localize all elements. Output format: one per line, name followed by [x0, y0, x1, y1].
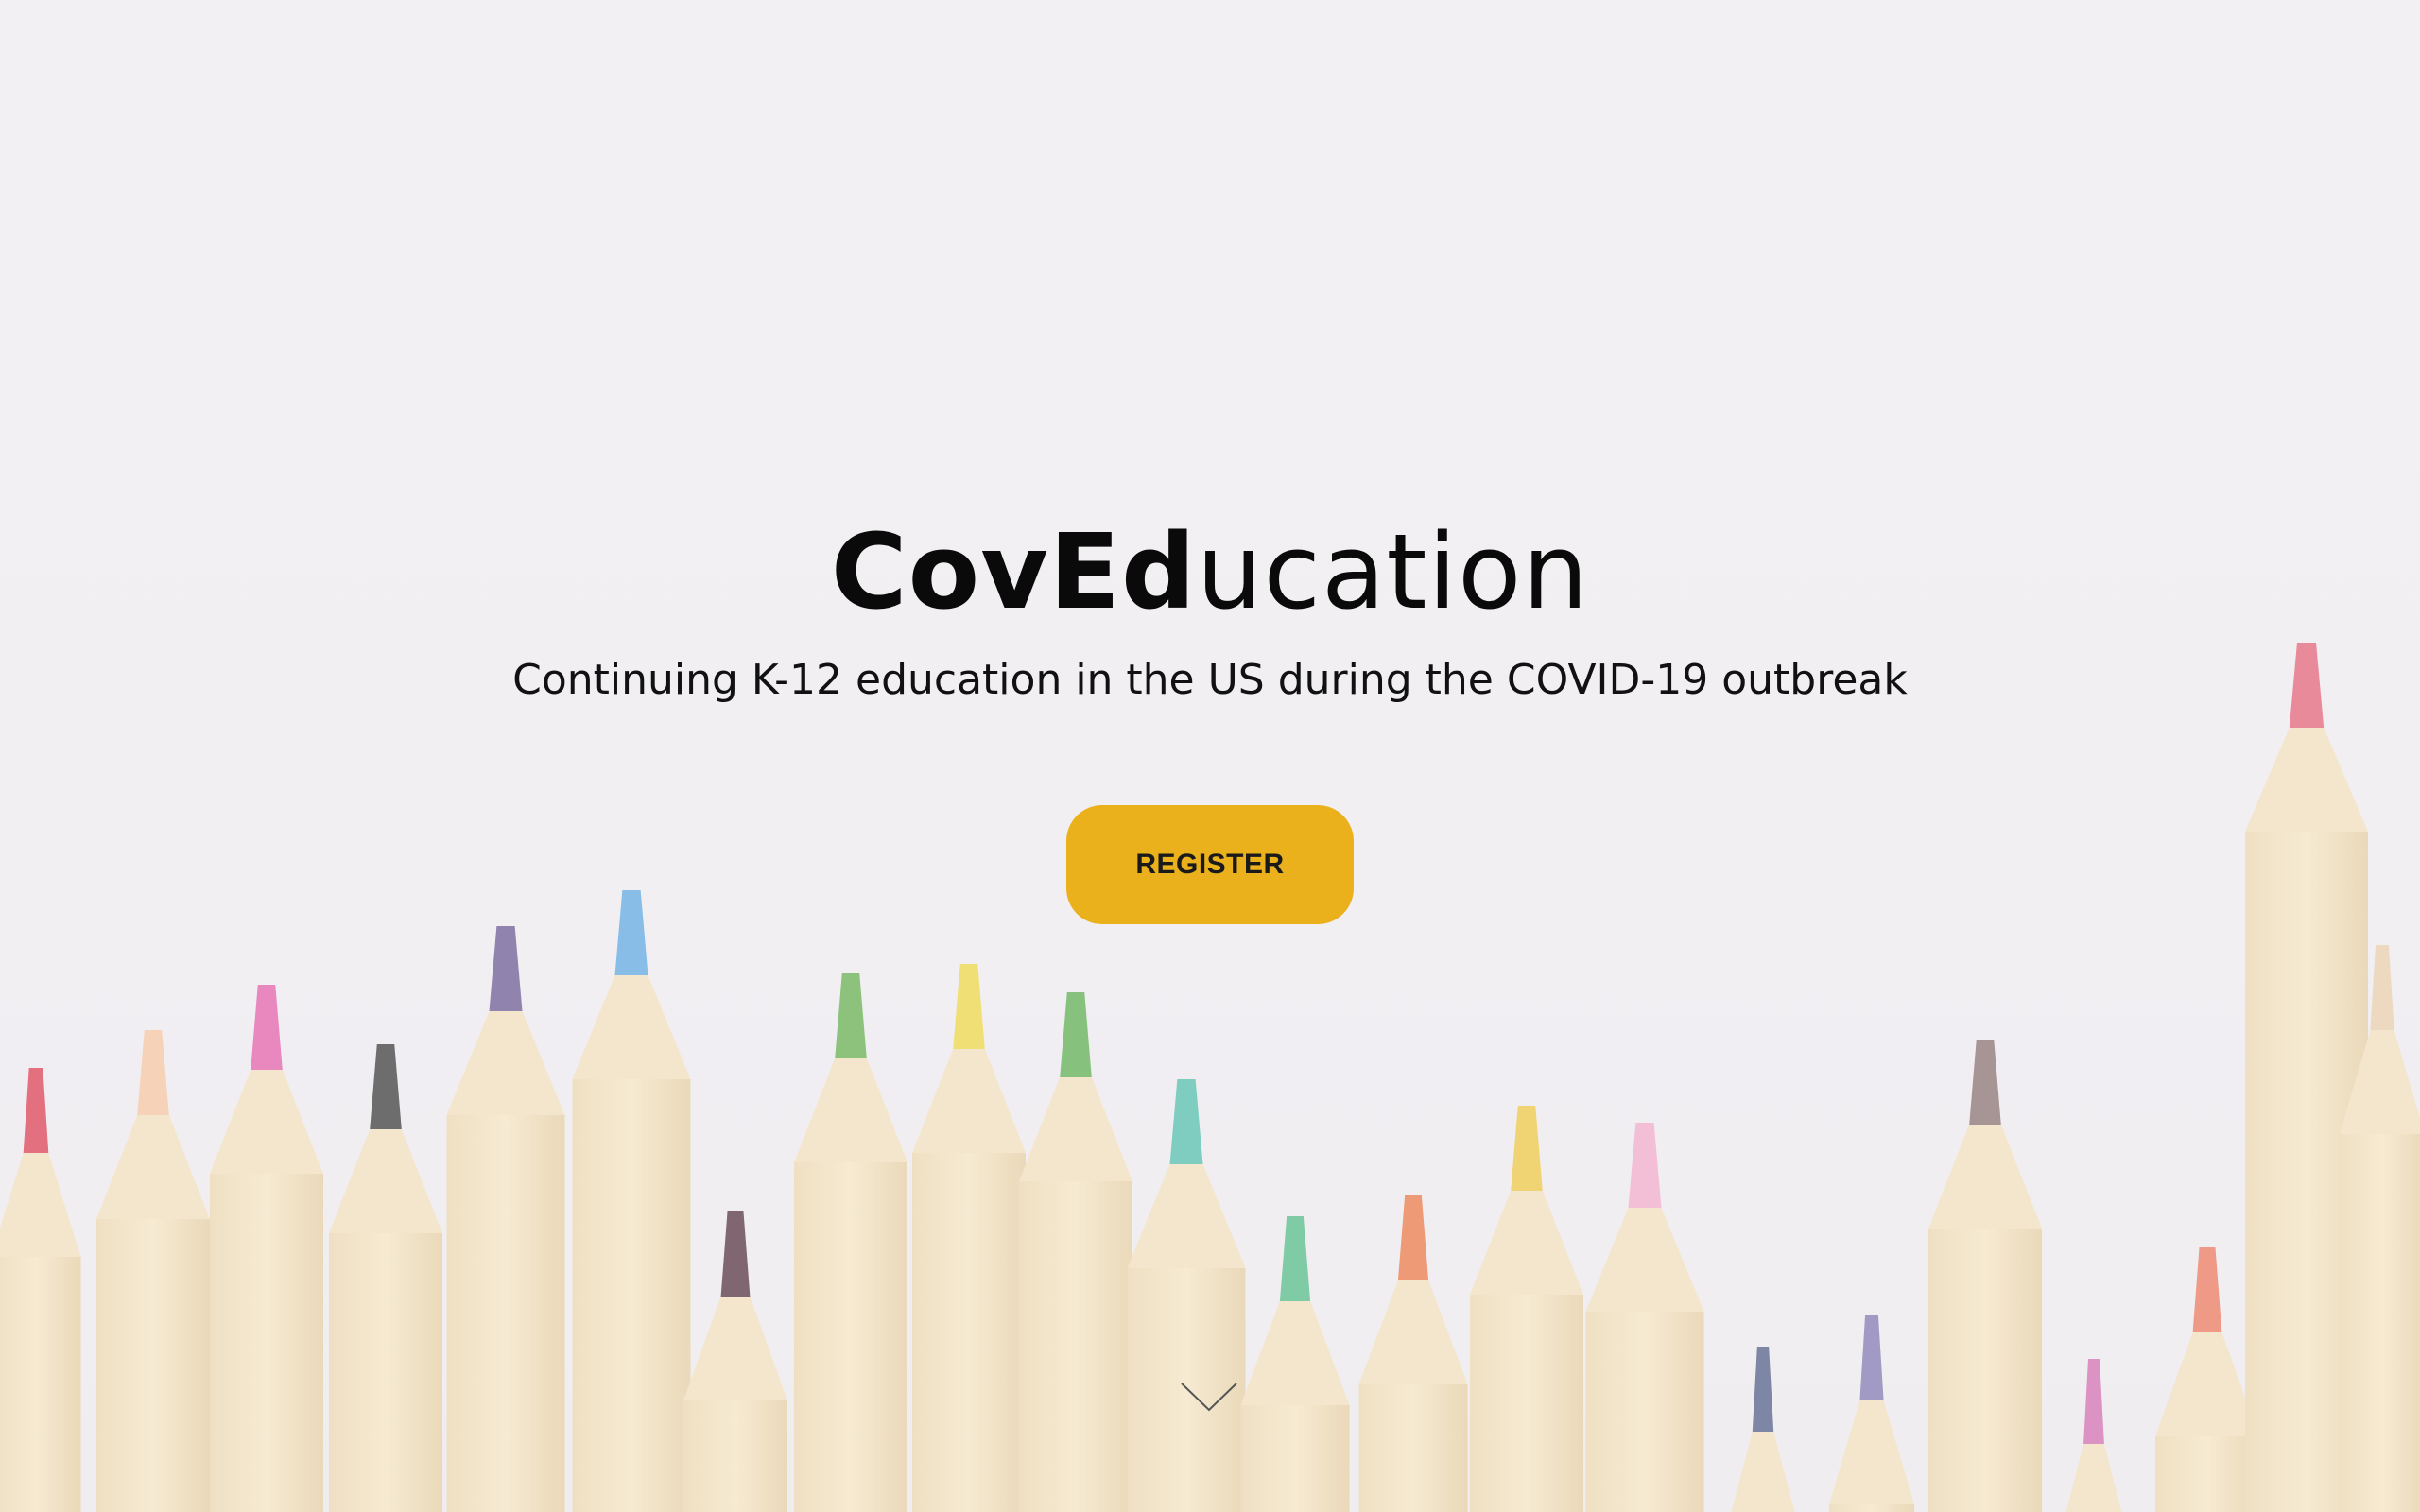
pencil-lead — [370, 1044, 402, 1129]
pencil-lead — [1279, 1216, 1311, 1301]
pencil-cone — [1358, 1280, 1468, 1384]
pencil-cone — [2066, 1444, 2122, 1512]
pencil-cone — [2245, 728, 2368, 832]
title-bold-part: CovEd — [830, 511, 1197, 632]
pencil-lead — [137, 1030, 169, 1115]
hero-section: CovEducation Continuing K-12 education i… — [0, 0, 2420, 1512]
pencil-lead — [1397, 1195, 1429, 1280]
pencil-body — [1358, 1384, 1468, 1512]
pencil-cone — [96, 1115, 210, 1219]
pencil-cone — [1240, 1301, 1350, 1405]
pencil-cone — [572, 975, 691, 1079]
pencil-lead — [1169, 1079, 1203, 1164]
pencil-body — [794, 1162, 908, 1512]
pencil-lead — [1628, 1123, 1662, 1208]
pencil-cone — [329, 1129, 442, 1233]
pencil-body — [2155, 1436, 2259, 1512]
pencil-lead — [2370, 945, 2394, 1030]
pencil-lead — [1859, 1315, 1884, 1400]
site-title: CovEducation — [0, 510, 2420, 633]
pencil-body — [1019, 1181, 1132, 1512]
colored-pencils-background — [0, 643, 2420, 1512]
chevron-down-icon[interactable] — [1180, 1380, 1238, 1414]
pencil-body — [2340, 1134, 2420, 1512]
pencil-lead — [953, 964, 985, 1049]
pencil-body — [1240, 1405, 1350, 1512]
pencil-lead — [1060, 992, 1092, 1077]
pencil-cone — [683, 1297, 787, 1400]
pencil-lead — [2083, 1359, 2104, 1444]
register-button[interactable]: REGISTER — [1066, 805, 1354, 924]
pencil-lead — [1969, 1040, 2001, 1125]
pencil-body — [1585, 1312, 1704, 1512]
pencil-body — [683, 1400, 787, 1512]
pencil-body — [1928, 1228, 2042, 1512]
pencil-lead — [835, 973, 867, 1058]
pencil-body — [1829, 1504, 1914, 1512]
pencil-body — [96, 1219, 210, 1512]
pencil-body — [446, 1115, 565, 1512]
pencil-lead — [720, 1211, 751, 1297]
pencil-cone — [1470, 1191, 1583, 1295]
pencil-lead — [1752, 1347, 1774, 1432]
hero-subtitle: Continuing K-12 education in the US duri… — [512, 656, 1908, 704]
pencil-cone — [912, 1049, 1026, 1153]
pencil-body — [912, 1153, 1026, 1512]
pencil-cone — [1127, 1164, 1246, 1268]
pencil-cone — [2155, 1332, 2259, 1436]
pencil-cone — [794, 1058, 908, 1162]
pencil-cone — [0, 1153, 81, 1257]
pencil-lead — [1511, 1106, 1543, 1191]
pencil-cone — [210, 1070, 323, 1174]
pencil-lead — [614, 890, 648, 975]
pencil-cone — [1731, 1432, 1795, 1512]
pencil-cone — [1829, 1400, 1914, 1504]
pencil-body — [0, 1257, 81, 1512]
pencil-lead — [489, 926, 523, 1011]
pencil-cone — [1585, 1208, 1704, 1312]
pencil-cone — [446, 1011, 565, 1115]
pencil-lead — [2192, 1247, 2222, 1332]
title-light-part: ucation — [1196, 511, 1590, 632]
pencil-lead — [251, 985, 283, 1070]
pencil-body — [210, 1174, 323, 1512]
pencil-cone — [1019, 1077, 1132, 1181]
pencil-body — [572, 1079, 691, 1512]
pencil-cone — [1928, 1125, 2042, 1228]
pencil-body — [1470, 1295, 1583, 1512]
pencil-body — [329, 1233, 442, 1512]
pencil-lead — [23, 1068, 49, 1153]
